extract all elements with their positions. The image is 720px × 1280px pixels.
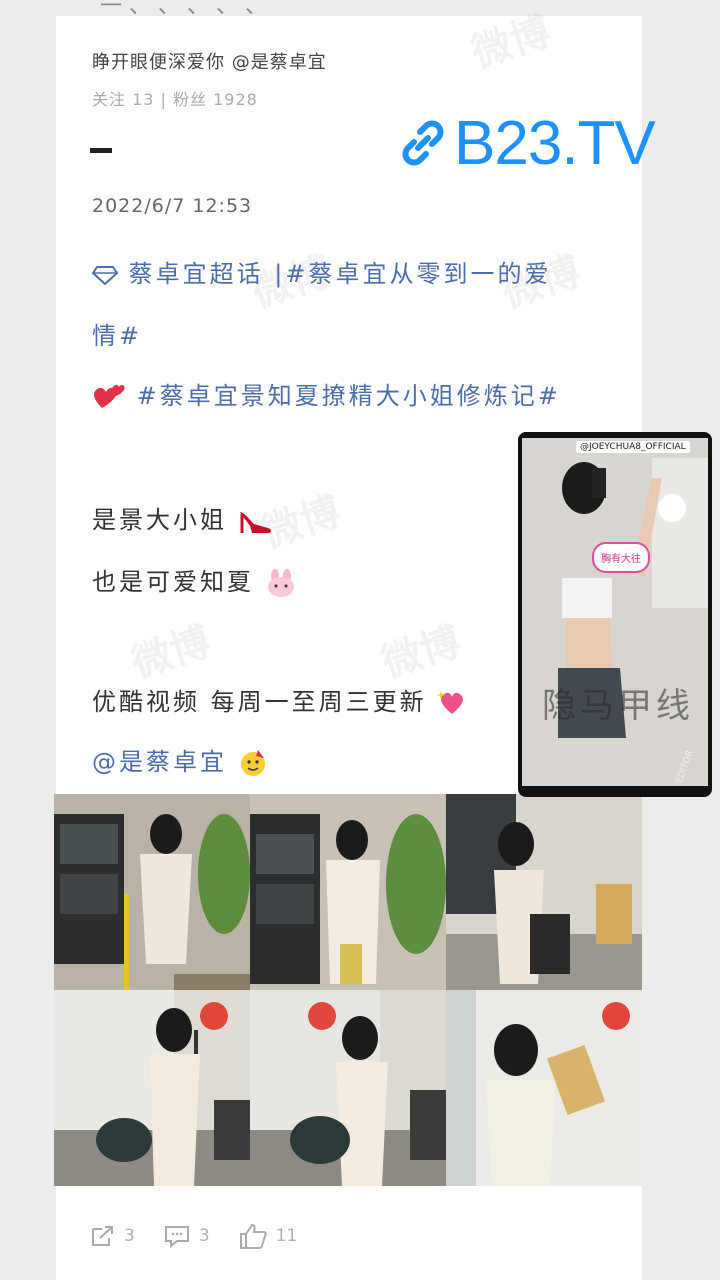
b23-logo-text: B23.TV	[454, 108, 656, 178]
mention-text: @是蔡卓宜	[92, 748, 227, 776]
photo-grid	[54, 794, 642, 1186]
comment-button[interactable]: 3	[163, 1224, 210, 1248]
follow-stats: 关注 13 | 粉丝 1928	[92, 90, 258, 109]
comment-icon	[164, 1226, 189, 1248]
post-date: 2022/6/7 12:53	[92, 195, 253, 217]
user-signature: 睁开眼便深爱你 @是蔡卓宜	[92, 52, 327, 73]
partial-previous-line: 一 、 、 、 、 、	[100, 0, 267, 18]
high-heel-icon	[239, 512, 271, 533]
action-bar: 3 3 11	[90, 1222, 297, 1250]
thumbs-up-icon	[239, 1223, 267, 1249]
sparkle-heart-icon	[437, 691, 464, 714]
like-button[interactable]: 11	[238, 1222, 298, 1250]
two-hearts-icon	[94, 384, 125, 408]
bunny-face-icon	[267, 569, 294, 597]
floating-video-overlay[interactable]: @JOEYCHUA8_OFFICIAL 胸有大往 隐马甲线 EDITOR	[518, 432, 712, 797]
mention-link[interactable]: @是蔡卓宜	[92, 742, 268, 778]
share-icon	[92, 1226, 113, 1246]
overlay-screen: @JOEYCHUA8_OFFICIAL 胸有大往 隐马甲线 EDITOR	[522, 438, 708, 786]
post-line-b: 也是可爱知夏	[92, 562, 297, 598]
photo-5[interactable]	[250, 990, 446, 1186]
overlay-caption: 隐马甲线	[542, 686, 694, 726]
like-count: 11	[275, 1226, 298, 1246]
topic-text: #蔡卓宜景知夏撩精大小姐修炼记#	[136, 382, 561, 410]
overlay-bubble: 胸有大往	[592, 542, 650, 573]
dash-mark	[90, 148, 112, 153]
topic-link[interactable]: #蔡卓宜景知夏撩精大小姐修炼记#	[92, 376, 561, 412]
post-line-c: 优酷视频 每周一至周三更新	[92, 682, 467, 717]
post-line-a: 是景大小姐	[92, 500, 274, 536]
diamond-icon	[92, 266, 118, 285]
supertopic-line2[interactable]: 情#	[92, 316, 142, 351]
link-icon	[402, 120, 444, 166]
supertopic-link[interactable]: 蔡卓宜超话 |#蔡卓宜从零到一的爱	[92, 254, 551, 289]
overlay-photo	[522, 438, 708, 786]
photo-2[interactable]	[250, 794, 446, 990]
photo-1[interactable]	[54, 794, 250, 990]
share-button[interactable]: 3	[90, 1224, 135, 1248]
comment-count: 3	[198, 1226, 210, 1246]
post-line-c-text: 优酷视频 每周一至周三更新	[92, 688, 427, 716]
post-line-a-text: 是景大小姐	[92, 506, 227, 534]
share-count: 3	[124, 1226, 135, 1246]
photo-4[interactable]	[54, 990, 250, 1186]
party-face-icon	[240, 750, 265, 776]
b23-logo: B23.TV	[398, 108, 656, 178]
photo-3[interactable]	[446, 794, 642, 990]
supertopic-text: 蔡卓宜超话 |#蔡卓宜从零到一的爱	[128, 260, 552, 288]
photo-6[interactable]	[446, 990, 642, 1186]
overlay-tag: @JOEYCHUA8_OFFICIAL	[576, 441, 690, 453]
post-line-b-text: 也是可爱知夏	[92, 568, 254, 596]
